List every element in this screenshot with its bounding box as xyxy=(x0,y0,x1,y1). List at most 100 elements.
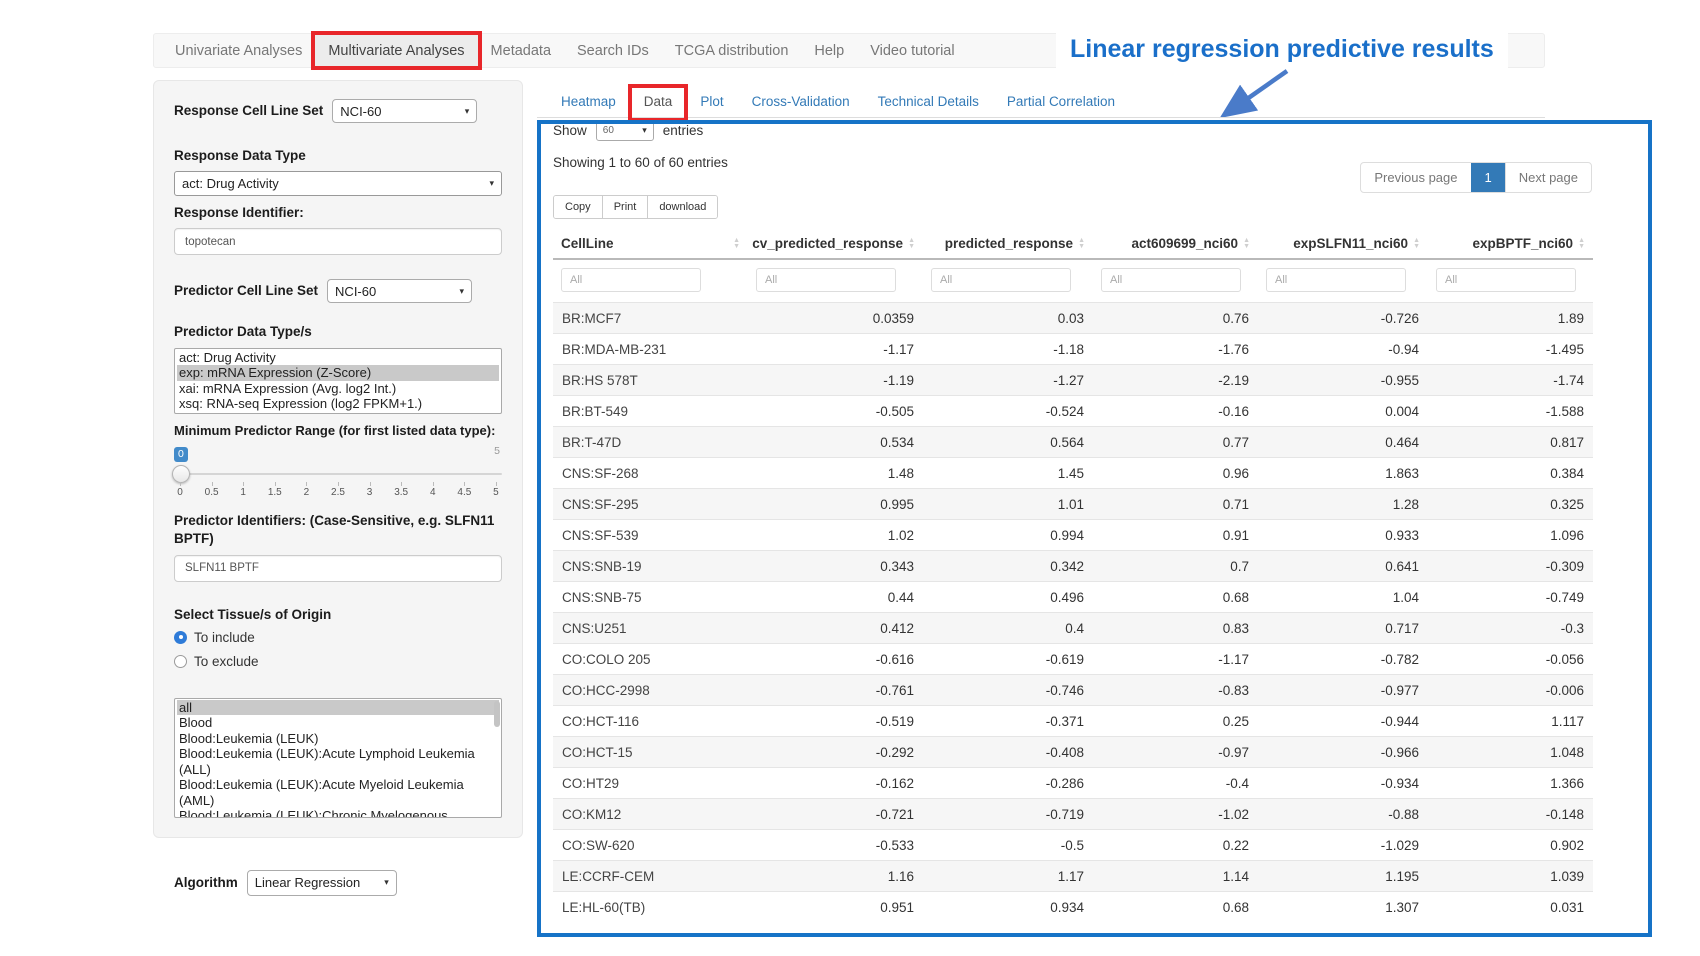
tab-partial-correlation[interactable]: Partial Correlation xyxy=(993,86,1129,117)
slider-track[interactable] xyxy=(174,465,502,483)
tab-plot[interactable]: Plot xyxy=(686,86,737,117)
response-data-type-label: Response Data Type xyxy=(174,147,502,165)
slider-tick-2-5: 2.5 xyxy=(331,487,345,498)
listbox-option-blood[interactable]: Blood xyxy=(177,715,499,731)
radio-to-exclude[interactable]: To exclude xyxy=(174,654,502,669)
sort-icon[interactable]: ▲▼ xyxy=(908,238,915,250)
cell-value: 0.995 xyxy=(748,489,923,520)
nav-item-multivariate-analyses[interactable]: Multivariate Analyses xyxy=(315,34,477,67)
radio-label: To exclude xyxy=(194,654,259,669)
cell-value: -1.588 xyxy=(1428,396,1593,427)
pagination-previous-button[interactable]: Previous page xyxy=(1361,163,1470,192)
radio-to-include[interactable]: To include xyxy=(174,630,502,645)
cell-value: -0.721 xyxy=(748,799,923,830)
pagination-page-1-button[interactable]: 1 xyxy=(1471,163,1505,192)
cell-value: 1.048 xyxy=(1428,737,1593,768)
cell-value: -0.3 xyxy=(1428,613,1593,644)
cell-value: -0.955 xyxy=(1258,365,1428,396)
sort-icon[interactable]: ▲▼ xyxy=(1078,238,1085,250)
tab-heatmap[interactable]: Heatmap xyxy=(547,86,630,117)
table-row: CO:HCT-15-0.292-0.408-0.97-0.9661.048 xyxy=(553,737,1593,768)
algorithm-select[interactable]: Linear Regression ▾ xyxy=(247,870,397,896)
cell-value: -0.782 xyxy=(1258,644,1428,675)
cell-value: 0.342 xyxy=(923,551,1093,582)
copy-button[interactable]: Copy xyxy=(554,196,602,218)
table-body: BR:MCF70.03590.030.76-0.7261.89BR:MDA-MB… xyxy=(553,303,1593,923)
listbox-option-exp-mrna-expression-z-score[interactable]: exp: mRNA Expression (Z-Score) xyxy=(177,365,499,381)
listbox-option-blood-leukemia-leuk-acute-myeloid-leukemia-aml[interactable]: Blood:Leukemia (LEUK):Acute Myeloid Leuk… xyxy=(177,777,499,808)
filter-input-predicted-response[interactable] xyxy=(931,268,1071,292)
cell-value: -0.94 xyxy=(1258,334,1428,365)
predictor-identifiers-input[interactable] xyxy=(174,555,502,582)
column-header-label: expSLFN11_nci60 xyxy=(1293,236,1408,251)
column-header-label: expBPTF_nci60 xyxy=(1473,236,1574,251)
filter-input-cellline[interactable] xyxy=(561,268,701,292)
print-button[interactable]: Print xyxy=(602,196,648,218)
cell-value: -0.761 xyxy=(748,675,923,706)
response-cell-line-set-value: NCI-60 xyxy=(340,104,381,119)
tab-cross-validation[interactable]: Cross-Validation xyxy=(738,86,864,117)
listbox-option-xsq-rna-seq-expression-log2-fpkm-1[interactable]: xsq: RNA-seq Expression (log2 FPKM+1.) xyxy=(177,396,499,412)
radio-label: To include xyxy=(194,630,255,645)
cell-line-name: BR:BT-549 xyxy=(553,396,748,427)
cell-line-name: BR:HS 578T xyxy=(553,365,748,396)
sort-icon[interactable]: ▲▼ xyxy=(1413,238,1420,250)
chevron-down-icon: ▾ xyxy=(465,106,470,117)
tab-technical-details[interactable]: Technical Details xyxy=(864,86,993,117)
column-header-expslfn11-nci60[interactable]: expSLFN11_nci60 ▲▼ xyxy=(1258,229,1428,259)
cell-value: 0.004 xyxy=(1258,396,1428,427)
response-identifier-input[interactable] xyxy=(174,228,502,255)
nav-item-help[interactable]: Help xyxy=(801,34,857,67)
column-header-cv-predicted-response[interactable]: cv_predicted_response ▲▼ xyxy=(748,229,923,259)
show-entries-select[interactable]: 60 ▾ xyxy=(596,120,654,141)
cell-value: 1.45 xyxy=(923,458,1093,489)
slider-handle[interactable] xyxy=(172,465,190,483)
listbox-option-blood-leukemia-leuk[interactable]: Blood:Leukemia (LEUK) xyxy=(177,731,499,747)
algorithm-label: Algorithm xyxy=(174,874,238,892)
response-data-type-select[interactable]: act: Drug Activity ▾ xyxy=(174,171,502,196)
sort-icon[interactable]: ▲▼ xyxy=(1243,238,1250,250)
cell-value: 0.384 xyxy=(1428,458,1593,489)
table-row: CO:SW-620-0.533-0.50.22-1.0290.902 xyxy=(553,830,1593,861)
cell-value: -0.519 xyxy=(748,706,923,737)
tab-data[interactable]: Data xyxy=(630,86,687,117)
cell-value: -0.5 xyxy=(923,830,1093,861)
column-header-predicted-response[interactable]: predicted_response▲▼ xyxy=(923,229,1093,259)
listbox-option-blood-leukemia-leuk-acute-lymphoid-leukemia-all[interactable]: Blood:Leukemia (LEUK):Acute Lymphoid Leu… xyxy=(177,746,499,777)
column-header-label: cv_predicted_response xyxy=(752,236,903,251)
listbox-option-blood-leukemia-leuk-chronic-myelogenous-leukemia-cml[interactable]: Blood:Leukemia (LEUK):Chronic Myelogenou… xyxy=(177,808,499,818)
column-header-cellline[interactable]: CellLine▲▼ xyxy=(553,229,748,259)
response-cell-line-set-select[interactable]: NCI-60 ▾ xyxy=(332,99,477,123)
predictor-cell-line-set-select[interactable]: NCI-60 ▾ xyxy=(327,279,472,303)
listbox-scrollbar[interactable] xyxy=(494,701,500,727)
listbox-option-xai-mrna-expression-avg-log2-int[interactable]: xai: mRNA Expression (Avg. log2 Int.) xyxy=(177,381,499,397)
column-header-expbptf-nci60[interactable]: expBPTF_nci60 ▲▼ xyxy=(1428,229,1593,259)
cell-value: 0.68 xyxy=(1093,892,1258,923)
download-button[interactable]: download xyxy=(647,196,717,218)
listbox-option-all[interactable]: all xyxy=(177,700,499,716)
cell-line-name: CNS:SF-295 xyxy=(553,489,748,520)
cell-value: 1.17 xyxy=(923,861,1093,892)
nav-item-search-ids[interactable]: Search IDs xyxy=(564,34,662,67)
filter-input-expslfn11-nci60[interactable] xyxy=(1266,268,1406,292)
nav-item-univariate-analyses[interactable]: Univariate Analyses xyxy=(162,34,315,67)
cell-value: -0.616 xyxy=(748,644,923,675)
cell-value: -1.19 xyxy=(748,365,923,396)
pagination-next-button[interactable]: Next page xyxy=(1505,163,1591,192)
filter-input-act609699-nci60[interactable] xyxy=(1101,268,1241,292)
column-header-act609699-nci60[interactable]: act609699_nci60▲▼ xyxy=(1093,229,1258,259)
cell-value: -1.495 xyxy=(1428,334,1593,365)
nav-item-metadata[interactable]: Metadata xyxy=(478,34,564,67)
min-predictor-range-label: Minimum Predictor Range (for first liste… xyxy=(174,422,502,440)
slider-tick-0: 0 xyxy=(175,487,185,498)
chevron-down-icon: ▾ xyxy=(642,125,647,136)
nav-item-tcga-distribution[interactable]: TCGA distribution xyxy=(662,34,802,67)
nav-item-video-tutorial[interactable]: Video tutorial xyxy=(857,34,967,67)
sort-icon[interactable]: ▲▼ xyxy=(1578,238,1585,250)
entries-label: entries xyxy=(663,123,704,138)
listbox-option-act-drug-activity[interactable]: act: Drug Activity xyxy=(177,350,499,366)
filter-input-cv-predicted-response[interactable] xyxy=(756,268,896,292)
sort-icon[interactable]: ▲▼ xyxy=(733,238,740,250)
filter-input-expbptf-nci60[interactable] xyxy=(1436,268,1576,292)
data-panel: Show 60 ▾ entries Showing 1 to 60 of 60 … xyxy=(537,120,1652,937)
